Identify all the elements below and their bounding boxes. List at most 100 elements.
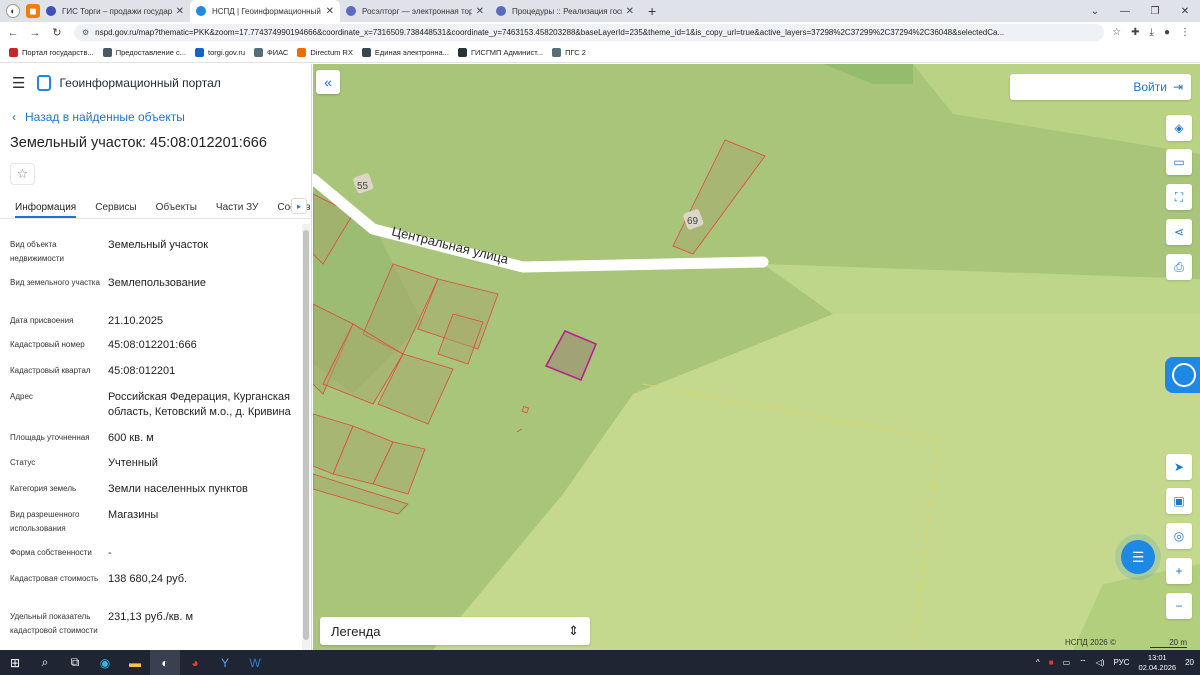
map-view[interactable]: 55 69 Центральная улица « Войти ⇥ ◈ ▭ ⛶ … [313,64,1200,650]
bookmark-item[interactable]: torgi.gov.ru [195,48,245,57]
collapse-panel-button[interactable]: « [316,70,340,94]
new-tab-button[interactable]: + [648,3,656,19]
tab-services[interactable]: Сервисы [95,195,136,218]
yandex-icon[interactable]: Y [210,650,240,675]
forward-arrow-icon[interactable]: → [26,27,44,39]
windows-start-icon[interactable]: ⊞ [0,650,30,675]
scrollbar-thumb[interactable] [303,230,309,640]
chrome-icon[interactable]: ◕ [180,650,210,675]
bookmark-item[interactable]: Портал государств... [9,48,94,57]
site-info-icon[interactable]: ⚙ [82,28,89,37]
bookmark-icon [457,48,467,57]
browser-menu-icon[interactable]: ◐ [6,4,20,18]
tab-title: Процедуры :: Реализация госим [512,6,622,16]
share-button[interactable]: ⋖ [1166,219,1192,245]
browser-app-icon[interactable]: ◐ [150,650,180,675]
tab-title: Росэлторг — электронная торгс [362,6,472,16]
select-area-button[interactable]: ⛶ [1166,184,1192,210]
zoom-out-button[interactable]: − [1166,593,1192,619]
close-icon[interactable]: ✕ [476,6,484,17]
tab-search-icon[interactable]: ⌄ [1080,6,1110,17]
navigation-arrow-icon: ➤ [1173,460,1185,474]
downloads-icon[interactable]: ⤓ [1150,27,1154,38]
bookmark-icon [102,48,112,57]
small-parcel-marker [516,428,523,433]
chat-button[interactable]: ☰ [1121,540,1155,574]
bookmark-item[interactable]: ПГС 2 [552,48,586,57]
bookmark-star-icon[interactable]: ☆ [1112,27,1121,38]
tab-gis-torgi[interactable]: ГИС Торги – продажи государс ✕ [40,0,190,22]
bookmark-item[interactable]: Единая электронна... [361,48,449,57]
portal-logo-icon [37,75,52,91]
file-explorer-icon[interactable]: ▬ [120,650,150,675]
maximize-icon[interactable]: ❐ [1140,6,1170,17]
locate-button[interactable]: ◎ [1166,523,1192,549]
attribute-key: Удельный показатель кадастровой стоимост… [10,612,98,635]
bookmark-icon [361,48,371,57]
double-chevron-left-icon: « [324,74,332,90]
tab-nspd[interactable]: НСПД | Геоинформационный п ✕ [190,0,340,22]
extensions-icon[interactable]: ✚ [1131,27,1139,38]
favorite-star-button[interactable]: ☆ [10,163,35,185]
attribute-key: Адрес [10,392,33,401]
pinned-tab-icon[interactable]: ◼ [26,4,40,18]
login-button[interactable]: Войти ⇥ [1010,74,1191,100]
login-arrow-icon: ⇥ [1172,80,1183,94]
attribute-key: Кадастровая стоимость [10,574,99,583]
wifi-icon[interactable]: ⌔ [1079,658,1087,668]
menu-icon[interactable]: ⋮ [1180,27,1190,38]
legend-dropdown[interactable]: Легенда ⇕ [320,617,590,645]
search-icon[interactable]: ⌕ [30,650,60,675]
task-view-icon[interactable]: ⧉ [60,650,90,675]
reload-icon[interactable]: ↻ [48,26,66,39]
panel-scrollbar[interactable] [302,224,310,650]
minimize-icon[interactable]: — [1110,6,1140,17]
parcel [672,139,766,255]
antivirus-icon[interactable]: ■ [1049,658,1054,667]
layers-button[interactable]: ◈ [1166,115,1192,141]
print-button[interactable]: ⎙ [1166,254,1192,280]
close-window-icon[interactable]: ✕ [1170,6,1200,17]
print-icon: ⎙ [1174,259,1184,274]
select-area-icon: ⛶ [1174,189,1184,204]
map-canvas[interactable]: 55 69 Центральная улица [313,64,1200,650]
url-field[interactable]: ⚙ nspd.gov.ru/map?thematic=PKK&zoom=17.7… [74,24,1105,41]
language-indicator[interactable]: РУС [1114,658,1130,667]
network-icon[interactable]: ▭ [1063,658,1071,667]
word-icon[interactable]: W [240,650,270,675]
close-icon[interactable]: ✕ [626,6,634,17]
zoom-in-button[interactable]: + [1166,558,1192,584]
close-icon[interactable]: ✕ [326,6,334,17]
bookmark-item[interactable]: Directum RX [297,48,353,57]
tab-procedures[interactable]: Процедуры :: Реализация госим ✕ [490,0,640,22]
small-parcel-marker [521,405,530,414]
minimap-button[interactable]: ▣ [1166,488,1192,514]
tab-parcel-parts[interactable]: Части ЗУ [216,195,258,218]
chevron-right-icon[interactable]: ▸ [291,198,307,214]
back-arrow-icon[interactable]: ← [4,27,22,39]
attribute-value: 45:08:012201 [108,365,176,377]
profile-icon[interactable]: ● [1164,27,1170,38]
share-icon: ⋖ [1173,225,1185,239]
edge-browser-icon[interactable]: ◉ [90,650,120,675]
volume-icon[interactable]: ◁) [1096,658,1105,667]
back-to-results-link[interactable]: ‹ Назад в найденные объекты [12,110,185,124]
close-icon[interactable]: ✕ [176,6,184,17]
bookmark-item[interactable]: Предоставление с... [102,48,186,57]
tab-information[interactable]: Информация [15,195,77,218]
notifications-badge[interactable]: 20 [1185,658,1194,667]
plus-icon: + [1175,564,1183,578]
tab-title: ГИС Торги – продажи государс [62,6,172,16]
clock[interactable]: 13:01 02.04.2026 [1139,653,1177,673]
tab-roseltorg[interactable]: Росэлторг — электронная торгс ✕ [340,0,490,22]
bookmark-item[interactable]: ГИСГМП Админист... [457,48,543,57]
hamburger-menu-icon[interactable]: ☰ [12,74,25,92]
tab-objects[interactable]: Объекты [156,195,197,218]
measure-button[interactable]: ▭ [1166,149,1192,175]
side-widget-button[interactable] [1165,357,1200,393]
tray-chevron-icon[interactable]: ^ [1036,658,1040,667]
geolocation-button[interactable]: ➤ [1166,454,1192,480]
house-number-69: 69 [687,216,699,227]
bookmark-item[interactable]: ФИАС [254,48,288,57]
attribute-value: Магазины [108,509,159,521]
